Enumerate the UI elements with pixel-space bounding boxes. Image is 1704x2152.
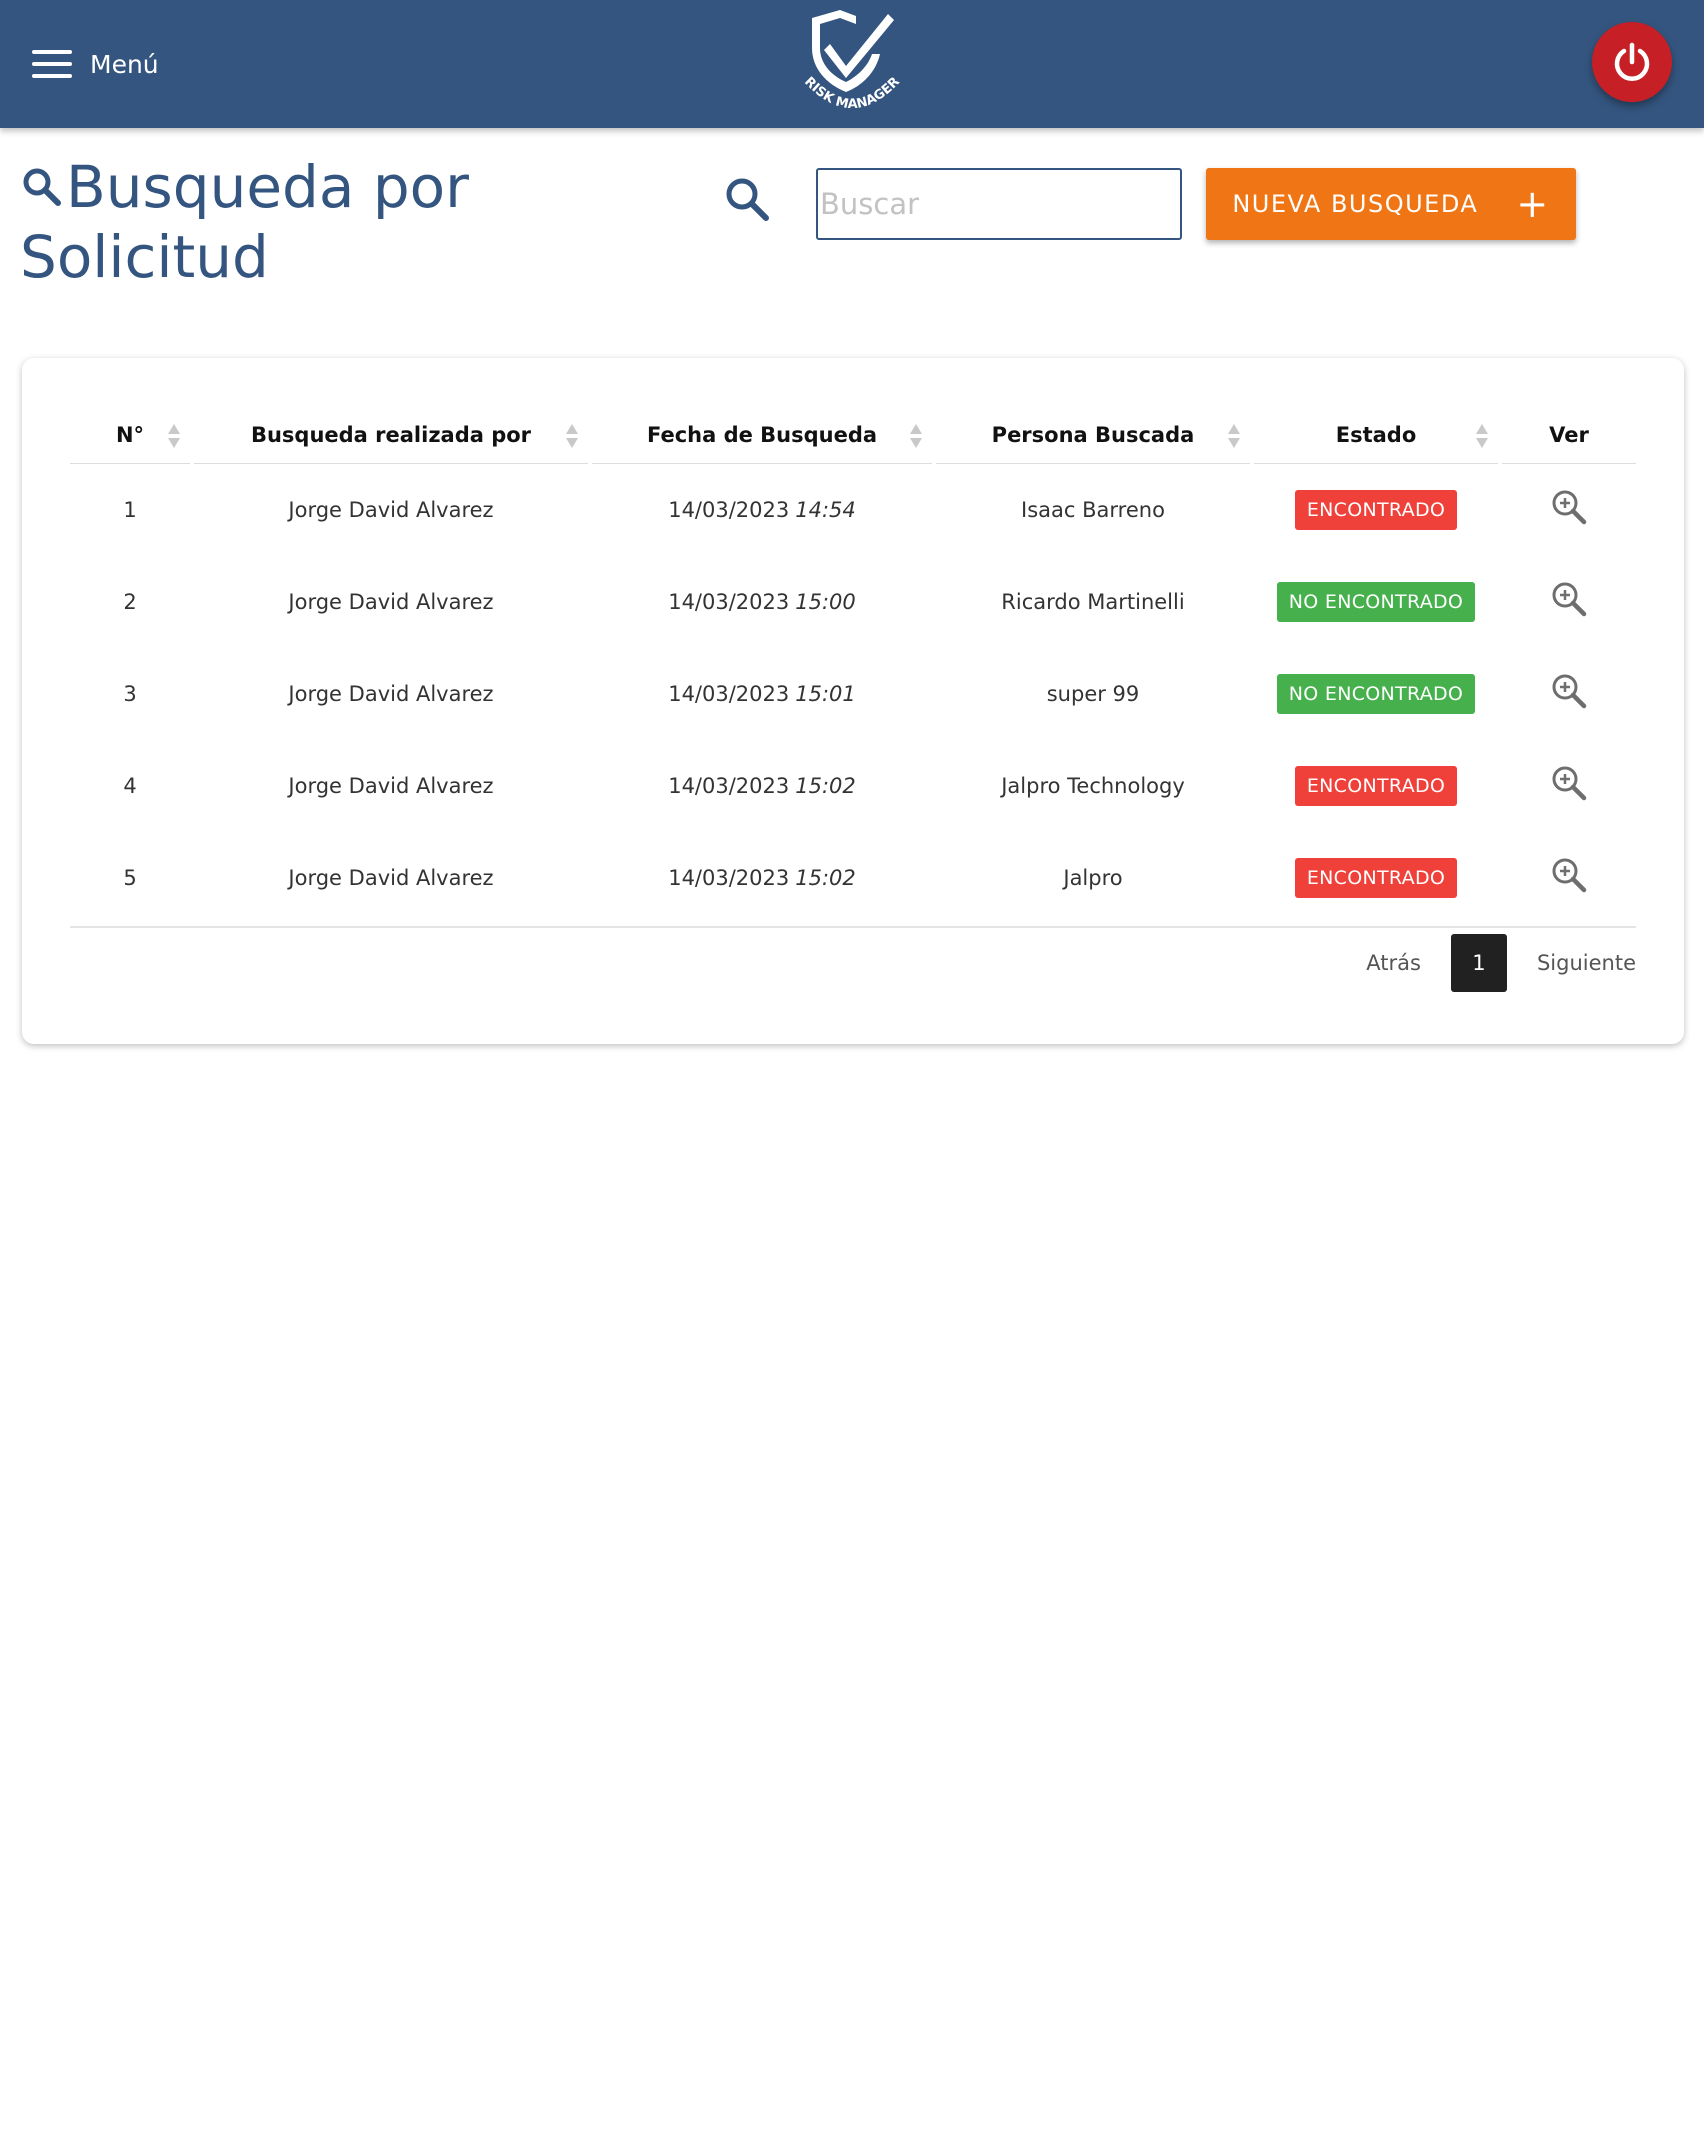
sort-icon[interactable] <box>908 422 924 450</box>
row-time: 14:54 <box>795 498 856 522</box>
row-number: 2 <box>123 590 137 614</box>
row-person: super 99 <box>1046 682 1140 706</box>
title-search-icon <box>23 168 61 206</box>
page-title: Busqueda por Solicitud <box>20 152 580 292</box>
row-number: 3 <box>123 682 137 706</box>
results-table: N° Busqueda realizada por Fecha de Busqu… <box>70 406 1636 928</box>
status-badge: ENCONTRADO <box>1294 766 1458 806</box>
row-user: Jorge David Alvarez <box>288 498 494 522</box>
row-time: 15:00 <box>795 590 856 614</box>
row-person: Jalpro <box>1063 866 1123 890</box>
search-icon[interactable] <box>722 174 772 224</box>
status-badge: ENCONTRADO <box>1294 858 1458 898</box>
power-button[interactable] <box>1592 22 1672 102</box>
zoom-in-icon[interactable] <box>1549 855 1589 895</box>
row-date: 14/03/2023 15:02 <box>668 774 856 798</box>
search-input[interactable] <box>816 168 1182 240</box>
row-time: 15:02 <box>795 866 856 890</box>
table-row: 5 Jorge David Alvarez 14/03/2023 15:02 Ja… <box>70 832 1636 924</box>
pagination-next[interactable]: Siguiente <box>1537 951 1636 975</box>
hamburger-icon <box>32 50 72 78</box>
table-row: 1 Jorge David Alvarez 14/03/2023 14:54 Is… <box>70 464 1636 556</box>
row-user: Jorge David Alvarez <box>288 590 494 614</box>
column-header-person[interactable]: Persona Buscada <box>936 406 1250 464</box>
row-user: Jorge David Alvarez <box>288 774 494 798</box>
pagination-page-current[interactable]: 1 <box>1450 934 1507 992</box>
table-divider <box>70 926 1636 928</box>
menu-button[interactable]: Menú <box>32 40 159 88</box>
row-person: Ricardo Martinelli <box>1001 590 1185 614</box>
row-person: Isaac Barreno <box>1021 498 1165 522</box>
page-title-text: Busqueda por Solicitud <box>20 153 469 291</box>
sort-icon[interactable] <box>1474 422 1490 450</box>
power-icon <box>1614 42 1650 81</box>
row-person: Jalpro Technology <box>1001 774 1185 798</box>
zoom-in-icon[interactable] <box>1549 763 1589 803</box>
status-badge: NO ENCONTRADO <box>1276 674 1476 714</box>
table-header: N° Busqueda realizada por Fecha de Busqu… <box>70 406 1636 464</box>
column-header-view: Ver <box>1502 406 1636 464</box>
results-card: N° Busqueda realizada por Fecha de Busqu… <box>22 358 1684 1044</box>
zoom-in-icon[interactable] <box>1549 579 1589 619</box>
pagination: Atrás 1 Siguiente <box>1366 934 1636 992</box>
sort-icon[interactable] <box>166 422 182 450</box>
sort-icon[interactable] <box>564 422 580 450</box>
zoom-in-icon[interactable] <box>1549 487 1589 527</box>
column-header-status[interactable]: Estado <box>1254 406 1498 464</box>
status-badge: ENCONTRADO <box>1294 490 1458 530</box>
row-user: Jorge David Alvarez <box>288 866 494 890</box>
table-row: 3 Jorge David Alvarez 14/03/2023 15:01 su… <box>70 648 1636 740</box>
pagination-prev[interactable]: Atrás <box>1366 951 1421 975</box>
row-number: 1 <box>123 498 137 522</box>
table-row: 2 Jorge David Alvarez 14/03/2023 15:00 Ri… <box>70 556 1636 648</box>
risk-manager-logo: RISK MANAGER <box>801 10 903 112</box>
new-search-button[interactable]: NUEVA BUSQUEDA + <box>1206 168 1576 240</box>
row-time: 15:01 <box>795 682 856 706</box>
row-user: Jorge David Alvarez <box>288 682 494 706</box>
row-date: 14/03/2023 15:00 <box>668 590 856 614</box>
table-row: 4 Jorge David Alvarez 14/03/2023 15:02 Ja… <box>70 740 1636 832</box>
plus-icon: + <box>1516 182 1550 226</box>
sort-icon[interactable] <box>1226 422 1242 450</box>
column-header-user[interactable]: Busqueda realizada por <box>194 406 588 464</box>
menu-label: Menú <box>90 49 159 79</box>
row-number: 5 <box>123 866 137 890</box>
status-badge: NO ENCONTRADO <box>1276 582 1476 622</box>
column-header-number[interactable]: N° <box>70 406 190 464</box>
column-header-date[interactable]: Fecha de Busqueda <box>592 406 932 464</box>
row-date: 14/03/2023 15:01 <box>668 682 856 706</box>
row-date: 14/03/2023 14:54 <box>668 498 856 522</box>
row-date: 14/03/2023 15:02 <box>668 866 856 890</box>
top-navbar: Menú RISK MANAGER <box>0 0 1704 128</box>
row-time: 15:02 <box>795 774 856 798</box>
row-number: 4 <box>123 774 137 798</box>
new-search-label: NUEVA BUSQUEDA <box>1232 190 1479 218</box>
zoom-in-icon[interactable] <box>1549 671 1589 711</box>
